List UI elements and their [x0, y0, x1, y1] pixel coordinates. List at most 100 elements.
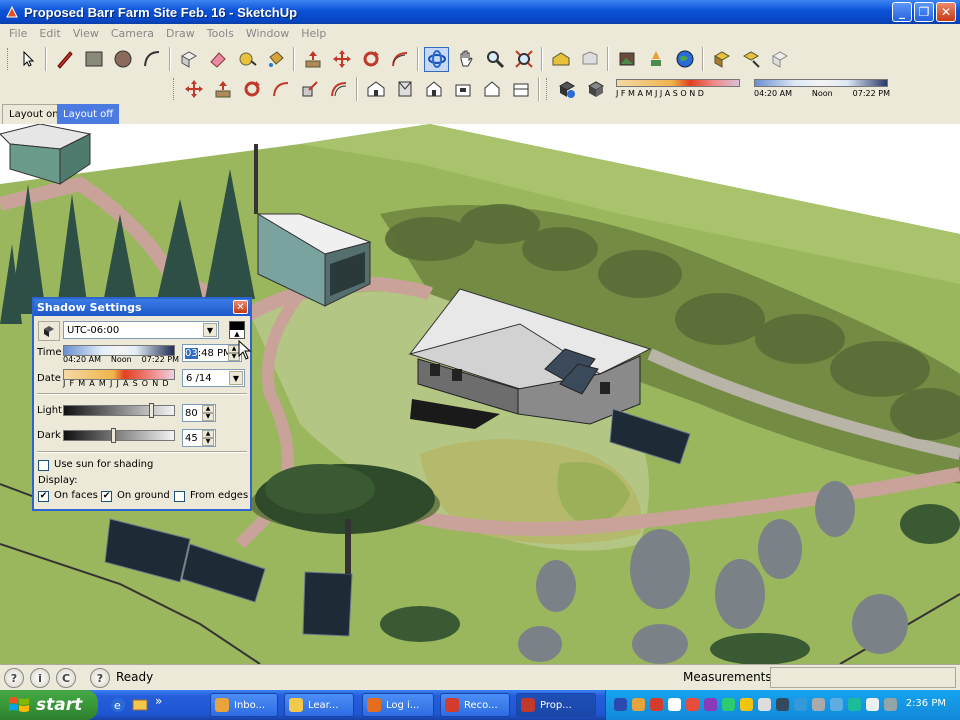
push-pull-tool-2[interactable]: [210, 77, 235, 102]
tray-usb-icon[interactable]: [812, 698, 825, 711]
get-models-tool[interactable]: [548, 47, 573, 72]
eraser-tool[interactable]: [205, 47, 230, 72]
measurements-input[interactable]: [770, 667, 956, 688]
time-slider-track[interactable]: [754, 79, 888, 87]
menu-view[interactable]: View: [67, 27, 105, 40]
light-spinner[interactable]: ▲ ▼: [202, 405, 214, 421]
use-sun-checkbox[interactable]: [38, 460, 49, 471]
start-button[interactable]: start: [0, 690, 98, 720]
component-options-tool[interactable]: [738, 47, 763, 72]
scale-tool[interactable]: [297, 77, 322, 102]
light-slider-track[interactable]: [63, 405, 175, 416]
dark-spinner[interactable]: ▲ ▼: [202, 430, 214, 446]
tray-update-icon[interactable]: [722, 698, 735, 711]
top-view[interactable]: [392, 77, 417, 102]
make-component-tool[interactable]: [176, 47, 201, 72]
minimize-button[interactable]: _: [892, 2, 912, 22]
front-view[interactable]: [421, 77, 446, 102]
from-edges-checkbox[interactable]: [174, 491, 185, 502]
menu-draw[interactable]: Draw: [160, 27, 201, 40]
task-learn[interactable]: Lear...: [284, 693, 354, 717]
internet-explorer-icon[interactable]: e: [110, 697, 126, 713]
paint-bucket-tool[interactable]: [263, 47, 288, 72]
tray-display-icon[interactable]: [776, 698, 789, 711]
get-photo-texture-tool[interactable]: [614, 47, 639, 72]
date-select[interactable]: 6 /14 ▼: [182, 369, 245, 387]
rectangle-tool[interactable]: [81, 47, 106, 72]
dark-slider-track[interactable]: [63, 430, 175, 441]
orbit-tool[interactable]: [424, 46, 449, 72]
iso-view[interactable]: [363, 77, 388, 102]
google-earth-tool[interactable]: [672, 47, 697, 72]
dark-input[interactable]: 45 ▲ ▼: [182, 429, 216, 447]
shadow-settings-tool[interactable]: [554, 77, 579, 102]
menu-file[interactable]: File: [3, 27, 33, 40]
menu-edit[interactable]: Edit: [33, 27, 66, 40]
pan-tool[interactable]: [453, 47, 478, 72]
back-view[interactable]: [479, 77, 504, 102]
timezone-select[interactable]: UTC-06:00 ▼: [63, 321, 219, 339]
tray-gmail-icon[interactable]: [668, 698, 681, 711]
follow-me-tool-2[interactable]: [268, 77, 293, 102]
user-account-icon[interactable]: C: [56, 668, 76, 688]
circle-tool[interactable]: [110, 47, 135, 72]
zoom-extents-tool[interactable]: [511, 47, 536, 72]
tray-app-icon[interactable]: [704, 698, 717, 711]
shadow-toggle-button[interactable]: [38, 321, 60, 341]
time-input[interactable]: 03 :48 PM ▲ ▼: [182, 344, 242, 362]
rotate-tool-2[interactable]: [239, 77, 264, 102]
offset-tool[interactable]: [326, 77, 351, 102]
tray-battery-icon[interactable]: [848, 698, 861, 711]
maximize-button[interactable]: ❐: [914, 2, 934, 22]
tab-layout-off[interactable]: Layout off: [57, 104, 120, 124]
display-shadows-tool[interactable]: [583, 77, 608, 102]
outlook-icon[interactable]: [132, 697, 148, 713]
push-pull-tool[interactable]: [300, 47, 325, 72]
tray-power-icon[interactable]: [884, 698, 897, 711]
on-faces-checkbox[interactable]: ✔: [38, 491, 49, 502]
component-attributes-tool[interactable]: [767, 47, 792, 72]
menu-help[interactable]: Help: [295, 27, 332, 40]
light-input[interactable]: 80 ▲ ▼: [182, 404, 216, 422]
tape-measure-tool[interactable]: [234, 47, 259, 72]
place-model-tool[interactable]: [643, 47, 668, 72]
month-slider-track[interactable]: [616, 79, 740, 87]
tray-volume-icon[interactable]: [866, 698, 879, 711]
share-model-tool[interactable]: [577, 47, 602, 72]
light-slider-thumb[interactable]: [148, 403, 154, 418]
move-tool[interactable]: [329, 47, 354, 72]
rotate-tool[interactable]: [358, 47, 383, 72]
right-view[interactable]: [450, 77, 475, 102]
time-slider[interactable]: 04:20 AM Noon 07:22 PM: [752, 75, 892, 103]
close-button[interactable]: ✕: [936, 2, 956, 22]
tray-warning-icon[interactable]: [740, 698, 753, 711]
shadow-settings-close-button[interactable]: ✕: [233, 300, 248, 314]
dark-slider-thumb[interactable]: [111, 428, 117, 443]
tray-bluetooth-icon[interactable]: [758, 698, 771, 711]
arc-tool[interactable]: [139, 47, 164, 72]
tray-network-icon[interactable]: [614, 698, 627, 711]
month-slider[interactable]: J F M A M J J A S O N D: [614, 75, 746, 103]
menu-camera[interactable]: Camera: [105, 27, 160, 40]
left-view[interactable]: [508, 77, 533, 102]
task-login[interactable]: Log i...: [362, 693, 434, 717]
quick-launch-more-icon[interactable]: »: [155, 694, 162, 708]
task-proposed-sketchup[interactable]: Prop...: [516, 693, 596, 717]
tray-wifi-icon[interactable]: [830, 698, 843, 711]
zoom-tool[interactable]: [482, 47, 507, 72]
help-icon[interactable]: ?: [90, 668, 110, 688]
menu-window[interactable]: Window: [240, 27, 295, 40]
task-record[interactable]: Reco...: [440, 693, 510, 717]
tray-sync-icon[interactable]: [794, 698, 807, 711]
follow-me-tool[interactable]: [387, 47, 412, 72]
geolocation-icon[interactable]: ?: [4, 668, 24, 688]
tray-mail-icon[interactable]: [632, 698, 645, 711]
select-tool[interactable]: [15, 47, 40, 72]
on-ground-checkbox[interactable]: ✔: [101, 491, 112, 502]
task-inbox[interactable]: Inbo...: [210, 693, 278, 717]
menu-tools[interactable]: Tools: [201, 27, 240, 40]
tray-antivirus-icon[interactable]: [686, 698, 699, 711]
expand-collapse-button[interactable]: ▲: [229, 321, 245, 339]
credits-icon[interactable]: i: [30, 668, 50, 688]
move-tool-2[interactable]: [181, 77, 206, 102]
